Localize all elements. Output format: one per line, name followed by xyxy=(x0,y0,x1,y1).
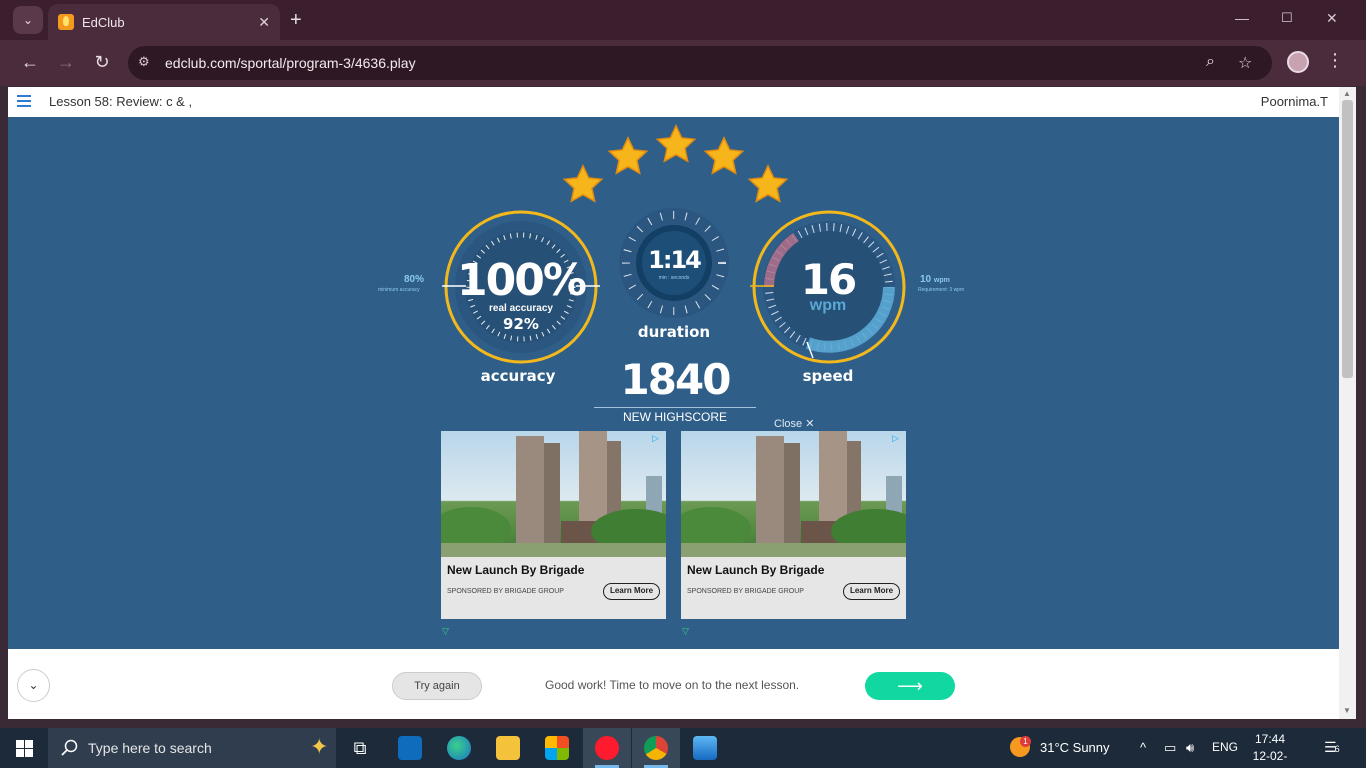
user-name[interactable]: Poornima.T xyxy=(1261,94,1328,109)
address-toolbar: ← → ↻ ⚙ edclub.com/sportal/program-3/463… xyxy=(0,40,1366,86)
back-arrow-icon[interactable]: ← xyxy=(19,52,41,73)
ad-sponsor: SPONSORED BY BRIGADE GROUP xyxy=(687,588,804,595)
star-icon xyxy=(703,136,745,175)
zoom-icon[interactable]: ⌕ xyxy=(1206,53,1215,71)
file-explorer-icon[interactable] xyxy=(484,728,532,768)
minimum-accuracy-value: 80% xyxy=(404,274,425,285)
task-view-icon[interactable]: ⧉ xyxy=(336,728,384,768)
clock-time: 17:44 xyxy=(1254,732,1286,746)
score-divider xyxy=(594,407,756,408)
notification-count: 6 xyxy=(1334,744,1340,754)
star-rating xyxy=(556,121,796,211)
minimize-icon[interactable]: — xyxy=(1235,10,1249,26)
duration-value: 1:14 xyxy=(648,246,702,274)
new-tab-plus-icon[interactable]: + xyxy=(290,8,302,32)
microsoft-store-icon[interactable] xyxy=(533,728,581,768)
show-hidden-icons-icon[interactable]: ^ xyxy=(1140,740,1146,755)
ad-mark-icon: ▽ xyxy=(442,626,449,636)
star-icon xyxy=(655,124,697,163)
url-text[interactable]: edclub.com/sportal/program-3/4636.play xyxy=(165,55,416,71)
weather-text[interactable]: 31°C Sunny xyxy=(1040,740,1110,755)
notification-center-icon[interactable]: ☰6 xyxy=(1324,739,1340,756)
search-icon xyxy=(61,739,78,756)
browser-tab[interactable]: EdClub ✕ xyxy=(48,4,280,40)
ad-mark-icon: ▽ xyxy=(682,626,689,636)
ad-choices-icon[interactable]: ▷ xyxy=(892,433,899,444)
ad-headline[interactable]: New Launch By Brigade xyxy=(447,563,584,577)
copilot-sparkle-icon[interactable]: ✦ xyxy=(310,734,328,760)
site-settings-icon[interactable]: ⚙ xyxy=(138,54,156,72)
duration-caption: duration xyxy=(637,323,711,341)
language-indicator[interactable]: ENG xyxy=(1212,740,1238,754)
duration-unit: min : seconds xyxy=(658,275,690,281)
scroll-down-icon[interactable]: ▼ xyxy=(1343,706,1351,715)
edclub-favicon-icon xyxy=(58,14,74,30)
try-again-button[interactable]: Try again xyxy=(392,672,482,700)
address-bar[interactable]: ⚙ edclub.com/sportal/program-3/4636.play… xyxy=(128,46,1272,80)
lesson-footer: ⌄ Try again Good work! Time to move on t… xyxy=(8,649,1339,719)
lesson-header: Lesson 58: Review: c & , Poornima.T xyxy=(8,87,1339,117)
browser-menu-icon[interactable]: ⋮ xyxy=(1326,50,1344,71)
completion-message: Good work! Time to move on to the next l… xyxy=(545,678,800,692)
accuracy-value: 100% xyxy=(457,255,587,306)
star-icon xyxy=(607,136,649,175)
ad-headline[interactable]: New Launch By Brigade xyxy=(687,563,824,577)
edge-icon[interactable] xyxy=(435,728,483,768)
tab-search-chevron-icon[interactable]: ⌄ xyxy=(13,6,43,34)
minimum-accuracy-label: minimum accuracy xyxy=(378,287,420,293)
next-lesson-button[interactable]: ⟶ xyxy=(865,672,955,700)
window-close-icon[interactable]: ✕ xyxy=(1326,10,1338,27)
windows-start-icon[interactable] xyxy=(16,740,33,757)
weather-alert-badge: 1 xyxy=(1020,736,1031,747)
star-icon xyxy=(562,164,604,203)
chrome-icon[interactable] xyxy=(632,728,680,768)
battery-icon[interactable]: ▭ xyxy=(1164,740,1176,756)
speed-requirement-label: Requirement: 3 wpm xyxy=(918,287,965,293)
star-icon xyxy=(747,164,789,203)
maximize-icon[interactable]: ☐ xyxy=(1281,10,1293,26)
lesson-title: Lesson 58: Review: c & , xyxy=(49,94,193,109)
browser-tab-bar: ⌄ EdClub ✕ + — ☐ ✕ xyxy=(0,0,1366,40)
tab-title: EdClub xyxy=(82,14,125,30)
ad-building-image xyxy=(681,431,906,557)
scroll-up-icon[interactable]: ▲ xyxy=(1343,89,1351,98)
ad-learn-more-button[interactable]: Learn More xyxy=(603,583,660,600)
ad-learn-more-button[interactable]: Learn More xyxy=(843,583,900,600)
bookmark-star-icon[interactable]: ☆ xyxy=(1238,53,1252,73)
reload-icon[interactable]: ↻ xyxy=(91,52,113,73)
ad-choices-icon[interactable]: ▷ xyxy=(652,433,659,444)
opera-icon[interactable] xyxy=(583,728,631,768)
windows-taskbar: Type here to search ✦ ⧉ 1 31°C Sunny ^ ▭… xyxy=(0,728,1366,768)
ad-card[interactable]: ▷ New Launch By Brigade SPONSORED BY BRI… xyxy=(441,431,666,619)
close-ad-button[interactable]: Close ✕ xyxy=(774,417,814,430)
tab-close-icon[interactable]: ✕ xyxy=(258,14,270,31)
search-placeholder[interactable]: Type here to search xyxy=(88,740,212,756)
profile-avatar[interactable] xyxy=(1287,51,1309,73)
ad-card[interactable]: ▷ New Launch By Brigade SPONSORED BY BRI… xyxy=(681,431,906,619)
collapse-chevron-icon[interactable]: ⌄ xyxy=(17,669,50,702)
forward-arrow-icon[interactable]: → xyxy=(55,52,77,73)
real-accuracy-label: real accuracy xyxy=(489,303,553,314)
highscore-label: NEW HIGHSCORE xyxy=(622,410,727,424)
score-value: 1840 xyxy=(620,355,732,404)
photos-icon[interactable] xyxy=(681,728,729,768)
speed-requirement-value: 10 wpm xyxy=(920,274,950,285)
volume-icon[interactable]: 🔊︎ xyxy=(1186,740,1194,756)
ad-sponsor: SPONSORED BY BRIGADE GROUP xyxy=(447,588,564,595)
close-icon[interactable]: ✕ xyxy=(805,418,814,430)
taskbar-search[interactable]: Type here to search ✦ xyxy=(48,728,336,768)
real-accuracy-value: 92% xyxy=(503,315,539,333)
speed-caption: speed xyxy=(802,367,854,385)
taskbar-clock[interactable]: 17:44 12-02-2025 xyxy=(1240,731,1300,768)
hamburger-menu-icon[interactable] xyxy=(17,95,31,107)
accuracy-caption: accuracy xyxy=(480,367,556,385)
clock-date: 12-02-2025 xyxy=(1252,749,1288,768)
scroll-thumb[interactable] xyxy=(1342,100,1353,378)
results-page: Lesson 58: Review: c & , Poornima.T 80% … xyxy=(8,87,1339,719)
outlook-icon[interactable] xyxy=(386,728,434,768)
page-scrollbar[interactable]: ▲ ▼ xyxy=(1339,87,1356,719)
ad-building-image xyxy=(441,431,666,557)
speed-unit: wpm xyxy=(809,297,847,314)
